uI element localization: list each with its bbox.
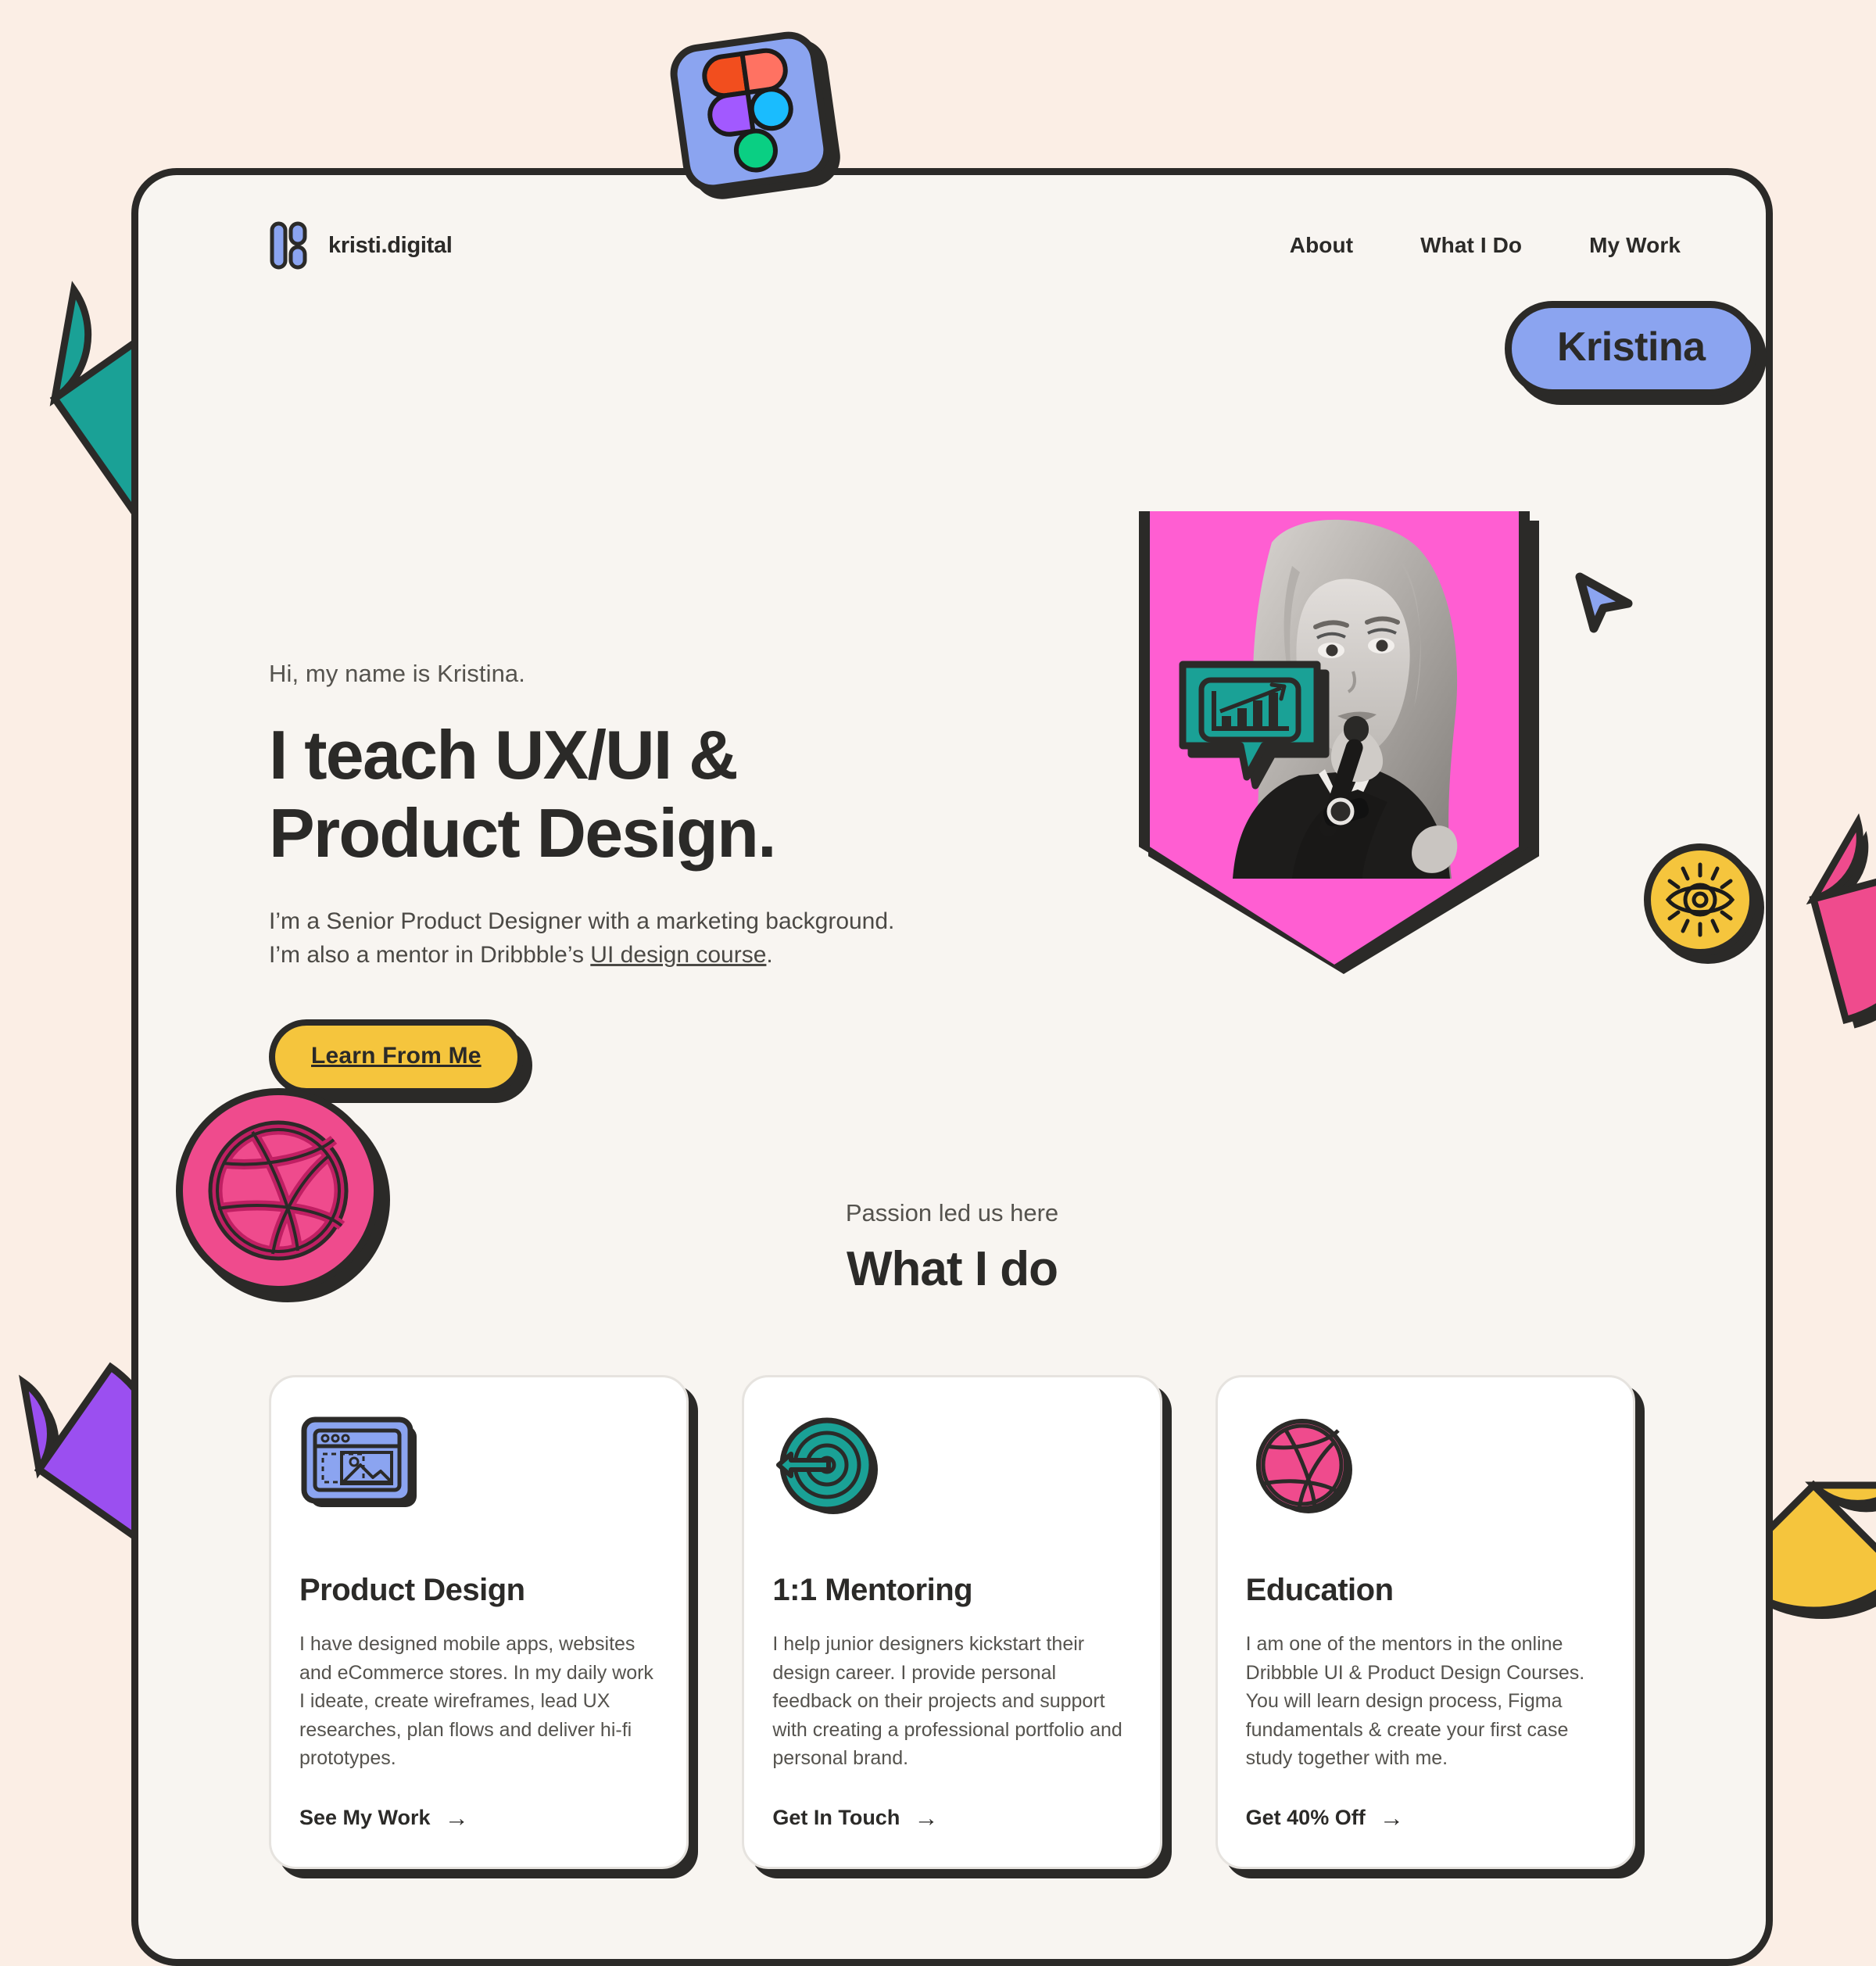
- hero-description: I’m a Senior Product Designer with a mar…: [269, 904, 1051, 973]
- hero-title-line2: Product Design.: [269, 794, 777, 872]
- service-card-text: I am one of the mentors in the online Dr…: [1245, 1633, 1585, 1769]
- kristi-logo-icon: [269, 221, 308, 270]
- page-title: I teach UX/UI & Product Design.: [269, 716, 1051, 873]
- brand-name: kristi.digital: [328, 232, 453, 258]
- ui-design-course-link[interactable]: UI design course: [590, 942, 766, 968]
- services-section: Passion led us here What I do Product De…: [138, 1199, 1766, 1869]
- service-card-link-label: See My Work: [299, 1806, 431, 1829]
- nav-item-my-work[interactable]: My Work: [1589, 233, 1681, 258]
- see-my-work-link[interactable]: See My Work →: [299, 1804, 658, 1832]
- site-header: kristi.digital About What I Do My Work: [138, 175, 1766, 316]
- hero-desc-line2-before: I’m also a mentor in Dribbble’s: [269, 942, 591, 969]
- service-card-education: Education I am one of the mentors in the…: [1215, 1375, 1635, 1869]
- service-card-title: 1:1 Mentoring: [772, 1573, 973, 1607]
- get-in-touch-link[interactable]: Get In Touch →: [772, 1804, 1131, 1832]
- nav-item-what-i-do[interactable]: What I Do: [1420, 233, 1522, 258]
- dribbble-icon: [176, 1088, 381, 1293]
- arrow-right-icon: →: [444, 1803, 469, 1832]
- service-card-link-label: Get 40% Off: [1245, 1806, 1366, 1829]
- hero-desc-line2-after: .: [766, 942, 773, 969]
- main-nav: About What I Do My Work: [1290, 233, 1681, 258]
- services-title: What I do: [847, 1242, 1058, 1296]
- brand-logo[interactable]: kristi.digital: [269, 221, 453, 270]
- get-40-percent-off-link[interactable]: Get 40% Off →: [1246, 1804, 1605, 1832]
- chart-speech-bubble-icon: [1172, 654, 1328, 788]
- service-card-text: I have designed mobile apps, websites an…: [299, 1633, 653, 1769]
- service-card-text: I help junior designers kickstart their …: [772, 1633, 1122, 1769]
- browser-wireframe-icon: [299, 1416, 432, 1518]
- service-card-mentoring: 1:1 Mentoring I help junior designers ki…: [742, 1375, 1162, 1869]
- hero-desc-line1: I’m a Senior Product Designer with a mar…: [269, 908, 895, 934]
- nav-item-about[interactable]: About: [1290, 233, 1353, 258]
- hero-greeting: Hi, my name is Kristina.: [269, 660, 525, 687]
- portrait-composite: [1022, 464, 1647, 1012]
- page-panel: kristi.digital About What I Do My Work H…: [131, 168, 1773, 1966]
- service-card-link-label: Get In Touch: [772, 1806, 900, 1829]
- learn-from-me-button[interactable]: Learn From Me: [269, 1019, 524, 1095]
- arrow-right-icon: →: [1379, 1803, 1404, 1832]
- service-card-product-design: Product Design I have designed mobile ap…: [269, 1375, 689, 1869]
- hero-title-line1: I teach UX/UI &: [269, 716, 739, 793]
- hero-copy: Hi, my name is Kristina. I teach UX/UI &…: [269, 660, 1051, 1095]
- target-arrow-icon: [772, 1416, 905, 1518]
- figma-icon: [666, 27, 835, 196]
- eye-icon: [1644, 843, 1756, 956]
- cursor-arrow-icon: [1567, 566, 1638, 636]
- kristina-name-badge: Kristina: [1505, 301, 1758, 396]
- hero-section: Hi, my name is Kristina. I teach UX/UI &…: [138, 316, 1766, 1191]
- dribbble-icon: [1246, 1416, 1379, 1518]
- services-eyebrow: Passion led us here: [845, 1199, 1059, 1227]
- service-card-title: Education: [1245, 1573, 1394, 1607]
- service-card-title: Product Design: [299, 1573, 525, 1607]
- services-card-list: Product Design I have designed mobile ap…: [138, 1375, 1766, 1869]
- arrow-right-icon: →: [914, 1803, 939, 1832]
